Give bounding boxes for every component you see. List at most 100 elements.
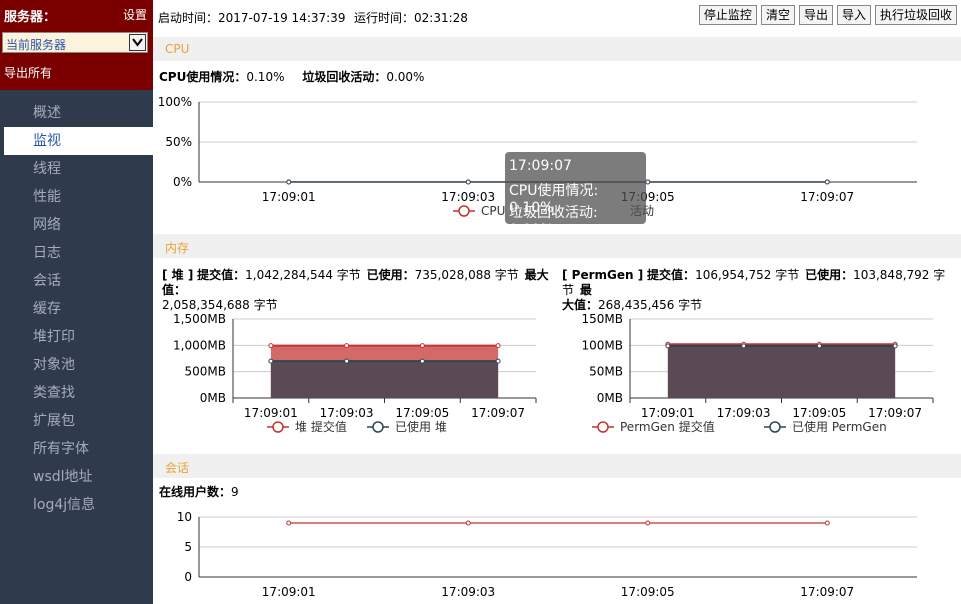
y-tick-label: 0 bbox=[184, 570, 192, 584]
x-tick-label: 17:09:01 bbox=[262, 190, 316, 204]
start-time: 启动时间：2017-07-19 14:37:39 bbox=[158, 11, 346, 25]
sidebar-nav: 概述 监视 线程 性能 网络 日志 会话 缓存 堆打印 对象池 类查找 扩展包 所有字体 wsdl地址 lo… bbox=[0, 99, 153, 519]
legend-marker bbox=[372, 421, 384, 433]
x-tick-label: 17:09:05 bbox=[792, 406, 846, 420]
session-section-title: 会话 bbox=[165, 461, 190, 475]
settings-link[interactable]: 设置 bbox=[123, 6, 147, 23]
memory-section-title: 内存 bbox=[165, 241, 190, 255]
legend-marker bbox=[272, 421, 284, 433]
data-point bbox=[495, 358, 501, 364]
data-point bbox=[286, 179, 292, 185]
permgen-committed-label: 提交值： bbox=[647, 268, 696, 282]
data-point bbox=[816, 343, 822, 349]
y-tick-label: 500MB bbox=[185, 365, 227, 379]
tooltip-time: 17:09:07 bbox=[509, 158, 572, 174]
y-tick-label: 10 bbox=[177, 510, 192, 524]
y-tick-label: 1,000MB bbox=[173, 338, 226, 352]
export-all-link[interactable]: 导出所有 bbox=[4, 64, 52, 81]
data-point bbox=[344, 358, 350, 364]
y-tick-label: 100% bbox=[158, 95, 192, 109]
data-point bbox=[824, 179, 830, 185]
sidebar-item[interactable]: log4j信息 bbox=[0, 491, 153, 519]
data-point bbox=[665, 343, 671, 349]
session-section-header: 会话 bbox=[153, 454, 961, 478]
sidebar-item[interactable]: 缓存 bbox=[0, 295, 153, 323]
sidebar-item[interactable]: 日志 bbox=[0, 239, 153, 267]
gc-activity-label: 垃圾回收活动： bbox=[302, 70, 387, 84]
y-tick-label: 0MB bbox=[200, 391, 226, 405]
series-area bbox=[667, 345, 896, 398]
sidebar-item[interactable]: 所有字体 bbox=[0, 435, 153, 463]
sidebar-item[interactable]: 概述 bbox=[0, 99, 153, 127]
x-tick-label: 17:09:07 bbox=[868, 406, 922, 420]
server-title: 服务器： bbox=[4, 10, 57, 25]
x-tick-label: 17:09:03 bbox=[717, 406, 771, 420]
sidebar-item[interactable]: 监视 bbox=[4, 127, 153, 155]
x-tick-label: 17:09:01 bbox=[244, 406, 298, 420]
heap-chart[interactable]: 0MB 500MB 1,000MB 1,500MB 17:09:01 17:09:03 17… bbox=[153, 305, 553, 440]
online-users-value: 9 bbox=[231, 485, 239, 499]
x-tick-label: 17:09:03 bbox=[320, 406, 374, 420]
import-button[interactable]: 导入 bbox=[836, 5, 871, 25]
data-point bbox=[344, 343, 350, 349]
data-point bbox=[419, 358, 425, 364]
sidebar-item[interactable]: 堆打印 bbox=[0, 323, 153, 351]
online-users-label: 在线用户数： bbox=[159, 485, 232, 499]
cpu-section-header: CPU bbox=[153, 37, 961, 61]
series-area bbox=[270, 361, 499, 398]
x-tick-label: 17:09:03 bbox=[441, 190, 495, 204]
chevron-down-icon[interactable] bbox=[129, 34, 146, 51]
x-tick-label: 17:09:07 bbox=[800, 585, 854, 599]
data-point bbox=[465, 520, 471, 526]
run-gc-button[interactable]: 执行垃圾回收 bbox=[874, 5, 957, 25]
y-tick-label: 0MB bbox=[597, 391, 623, 405]
session-chart[interactable]: 0 5 10 17:09:01 17:09:03 17:09:05 17:09:07 bbox=[153, 505, 961, 604]
export-button[interactable]: 导出 bbox=[798, 5, 833, 25]
heap-committed-value: 1,042,284,544 字节 bbox=[245, 268, 361, 282]
sidebar-item[interactable]: 扩展包 bbox=[0, 407, 153, 435]
x-tick-label: 17:09:01 bbox=[262, 585, 316, 599]
data-point bbox=[741, 343, 747, 349]
data-point bbox=[465, 179, 471, 185]
y-tick-label: 50MB bbox=[589, 365, 623, 379]
legend-marker bbox=[458, 205, 470, 217]
y-tick-label: 50% bbox=[165, 135, 192, 149]
session-stats: 在线用户数：9 bbox=[159, 483, 239, 500]
y-tick-label: 5 bbox=[184, 540, 192, 554]
data-point bbox=[824, 520, 830, 526]
cpu-usage-value: 0.10% bbox=[246, 70, 285, 84]
sidebar-item[interactable]: 网络 bbox=[0, 211, 153, 239]
cpu-section-title: CPU bbox=[165, 42, 190, 56]
data-point bbox=[268, 358, 274, 364]
legend-label: 堆 提交值 bbox=[295, 419, 347, 434]
heap-used-value: 735,028,088 字节 bbox=[414, 268, 519, 282]
permgen-max-label-a: 最 bbox=[579, 283, 592, 297]
data-point bbox=[495, 343, 501, 349]
stop-monitor-button[interactable]: 停止监控 bbox=[698, 5, 757, 25]
sidebar-item[interactable]: 对象池 bbox=[0, 351, 153, 379]
x-tick-label: 17:09:07 bbox=[800, 190, 854, 204]
permgen-chart[interactable]: 0MB 50MB 100MB 150MB 17:09:01 17:09:03 17:09:0… bbox=[555, 305, 961, 440]
sidebar: 服务器： 设置 当前服务器 导出所有 概述 监视 线程 性能 网络 日志 会话 缓存 堆打印 对象… bbox=[0, 0, 153, 604]
x-tick-label: 17:09:05 bbox=[621, 585, 675, 599]
legend-marker bbox=[597, 421, 609, 433]
x-tick-label: 17:09:07 bbox=[471, 406, 525, 420]
x-tick-label: 17:09:05 bbox=[395, 406, 449, 420]
sidebar-item[interactable]: wsdl地址 bbox=[0, 463, 153, 491]
sidebar-item[interactable]: 性能 bbox=[0, 183, 153, 211]
server-select-value: 当前服务器 bbox=[6, 38, 67, 52]
y-tick-label: 1,500MB bbox=[173, 312, 226, 326]
permgen-label: [ PermGen ] bbox=[562, 268, 644, 282]
server-panel: 服务器： 设置 当前服务器 导出所有 bbox=[0, 0, 153, 90]
clear-button[interactable]: 清空 bbox=[760, 5, 795, 25]
sidebar-item[interactable]: 线程 bbox=[0, 155, 153, 183]
heap-committed-label: 提交值： bbox=[197, 268, 246, 282]
sidebar-item[interactable]: 类查找 bbox=[0, 379, 153, 407]
sidebar-item[interactable]: 会话 bbox=[0, 267, 153, 295]
permgen-committed-value: 106,954,752 字节 bbox=[695, 268, 800, 282]
y-tick-label: 0% bbox=[173, 175, 192, 189]
legend-label: CPU bbox=[481, 204, 505, 218]
y-tick-label: 150MB bbox=[582, 312, 624, 326]
server-select[interactable]: 当前服务器 bbox=[2, 32, 148, 53]
x-tick-label: 17:09:03 bbox=[441, 585, 495, 599]
